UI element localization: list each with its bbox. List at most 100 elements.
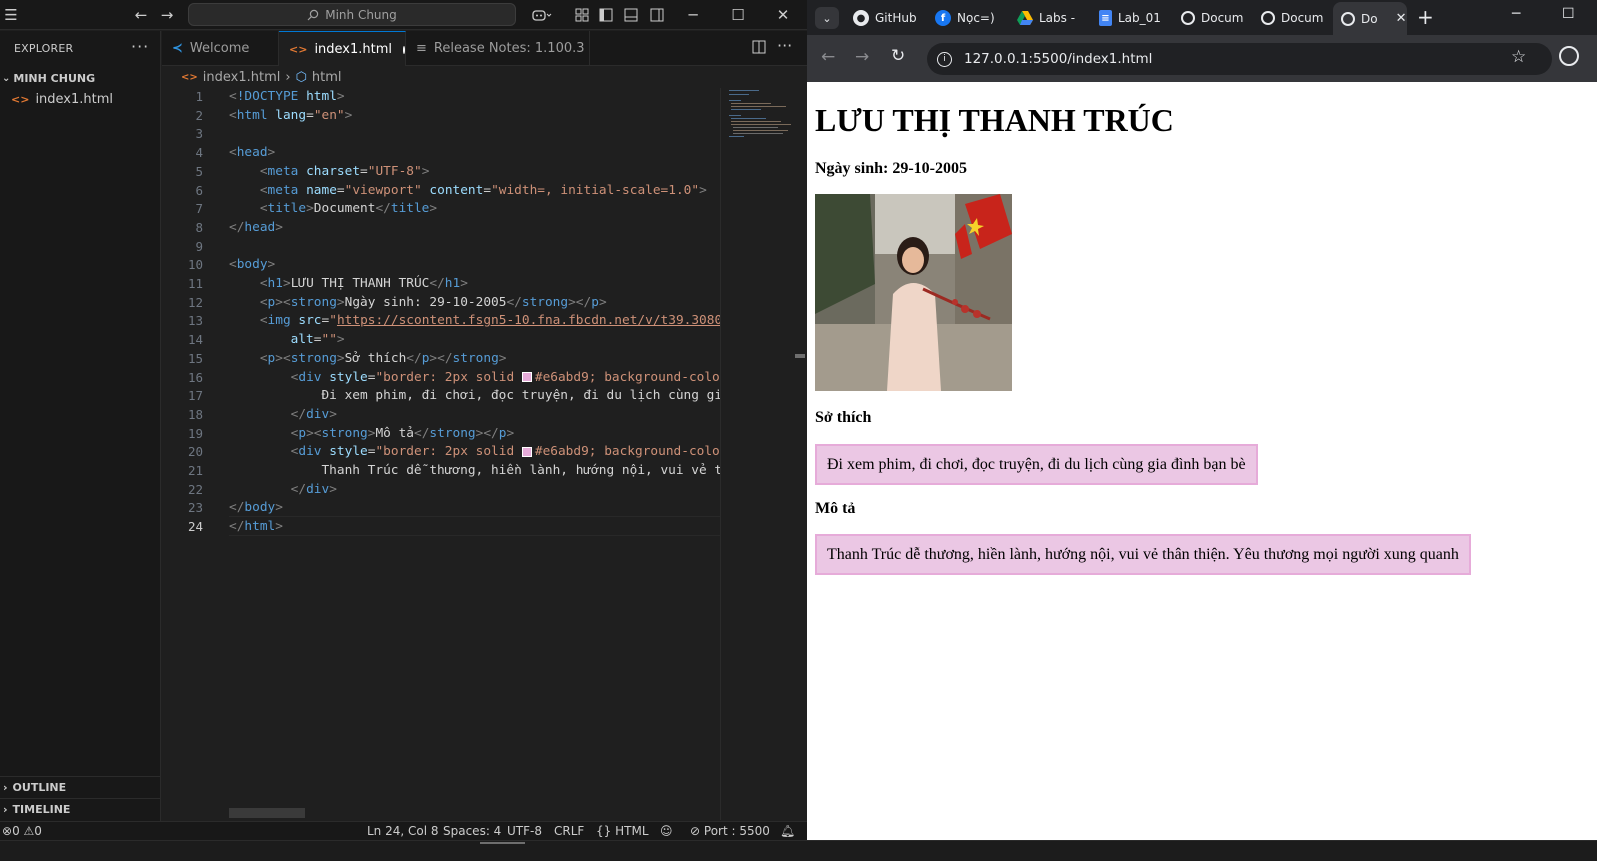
tab-close-icon[interactable]: ✕ (1396, 11, 1407, 26)
browser-tab-facebook[interactable]: f Nọc=) (927, 5, 1007, 31)
line-number: 10 (187, 257, 203, 273)
horizontal-scrollbar[interactable] (229, 808, 305, 818)
address-bar[interactable]: i 127.0.0.1:5500/index1.html (927, 43, 1552, 75)
minimap[interactable] (720, 88, 793, 820)
toggle-sidebar-icon[interactable] (595, 4, 617, 26)
layout-customize-icon[interactable] (571, 4, 593, 26)
taskbar-indicator (480, 842, 525, 844)
toggle-secondary-sidebar-icon[interactable] (646, 4, 668, 26)
maximize-icon[interactable]: ☐ (727, 4, 749, 26)
cursor-position[interactable]: Ln 24, Col 8 (367, 824, 439, 838)
tab-index1-html[interactable]: <> index1.html (279, 31, 406, 67)
browser-tab-document-1[interactable]: Docum (1173, 5, 1253, 31)
html-file-icon: <> (289, 43, 308, 56)
code-line: <html lang="en"> (229, 107, 353, 123)
code-line: </body> (229, 500, 283, 516)
vertical-scrollbar[interactable] (793, 88, 807, 820)
language-status[interactable]: {} HTML (596, 824, 649, 838)
code-line: <body> (229, 257, 276, 273)
new-tab-plus-icon[interactable]: + (1417, 5, 1434, 29)
toggle-panel-icon[interactable] (620, 4, 642, 26)
description-text: Thanh Trúc dễ thương, hiền lành, hướng n… (827, 545, 1459, 563)
code-line: <p><strong>Sở thích</p></strong> (259, 350, 507, 366)
copilot-status-icon[interactable]: ☺ (660, 824, 673, 838)
breadcrumb-symbol[interactable]: html (312, 70, 342, 85)
line-number: 18 (187, 406, 203, 422)
line-number: 13 (187, 313, 203, 329)
chevron-right-icon: › (3, 803, 8, 816)
line-number: 21 (187, 463, 203, 478)
color-swatch[interactable] (521, 372, 532, 382)
copilot-icon[interactable] (528, 4, 556, 26)
command-center-search[interactable]: Minh Chung (188, 3, 516, 26)
line-number: 14 (187, 332, 203, 348)
bookmark-star-icon[interactable]: ☆ (1511, 47, 1526, 67)
tab-search-chevron-icon[interactable]: ⌄ (815, 7, 839, 29)
forward-arrow-icon[interactable]: → (156, 4, 178, 26)
line-number: 11 (187, 276, 203, 291)
minimize-icon[interactable]: ─ (1512, 6, 1520, 22)
code-line: </div> (290, 406, 337, 422)
tab-release-notes[interactable]: ≡ Release Notes: 1.100.3 (406, 31, 590, 66)
braces-icon: {} (596, 824, 612, 838)
close-icon[interactable]: ✕ (772, 4, 794, 26)
eol-status[interactable]: CRLF (554, 824, 584, 838)
site-info-icon[interactable]: i (937, 51, 952, 67)
code-editor[interactable]: 1 2 3 4 5 6 7 8 9 10 11 12 13 14 15 16 17 18 19 20 21 22 23 24 … (162, 88, 720, 820)
line-number: 1 (195, 89, 203, 104)
outline-section[interactable]: › OUTLINE (0, 776, 160, 798)
back-arrow-icon[interactable]: ← (821, 47, 835, 67)
encoding-status[interactable]: UTF-8 (507, 824, 542, 838)
maximize-icon[interactable]: ☐ (1562, 6, 1575, 22)
chevron-right-icon: › (285, 69, 291, 85)
editor-tabs: ≺ Welcome <> index1.html ≡ Release Notes… (162, 31, 807, 67)
browser-tab-document-2[interactable]: Docum (1253, 5, 1333, 31)
search-icon (307, 9, 319, 20)
code-line: </html> (229, 519, 283, 535)
line-number: 12 (187, 294, 203, 310)
no-entry-icon: ⊘ (690, 824, 701, 838)
code-line: <meta charset="UTF-8"> (259, 163, 430, 179)
minimize-icon[interactable]: ─ (682, 4, 704, 26)
more-actions-icon[interactable]: ··· (777, 36, 792, 55)
tab-welcome[interactable]: ≺ Welcome (162, 31, 279, 66)
more-actions-icon[interactable]: ··· (131, 37, 149, 56)
breadcrumb-file[interactable]: index1.html (203, 70, 281, 85)
indentation-status[interactable]: Spaces: 4 (443, 824, 501, 838)
code-line: <p><strong>Mô tả</strong></p> (290, 425, 515, 441)
web-page-content: LƯU THỊ THANH TRÚC Ngày sinh: 29-10-2005… (807, 82, 1597, 840)
code-line: <title>Document</title> (259, 201, 438, 217)
timeline-section[interactable]: › TIMELINE (0, 798, 160, 820)
birthdate-text: Ngày sinh: 29-10-2005 (815, 160, 968, 177)
code-line: <h1>LƯU THỊ THANH TRÚC</h1> (259, 276, 468, 291)
description-heading: Mô tả (815, 500, 856, 517)
hobbies-text: Đi xem phim, đi chơi, đọc truyện, đi du … (827, 455, 1246, 473)
browser-tab-docs[interactable]: ≡ Lab_01 (1091, 5, 1171, 31)
profile-avatar[interactable] (1559, 46, 1579, 66)
split-editor-icon[interactable] (752, 40, 766, 58)
search-text: Minh Chung (325, 7, 397, 22)
notifications-bell-icon[interactable]: 🔔︎ (780, 824, 795, 838)
forward-arrow-icon[interactable]: → (855, 47, 869, 67)
code-line: <div style="border: 2px solid #e6abd9; b… (290, 369, 720, 385)
browser-tab-active[interactable]: Do ✕ (1333, 2, 1407, 35)
menu-icon[interactable]: ☰ (0, 4, 22, 26)
browser-tab-strip: ⌄ ● GitHub f Nọc=) Labs - ≡ Lab_01 Docum… (807, 0, 1597, 35)
browser-tab-github[interactable]: ● GitHub (845, 5, 925, 31)
unsaved-dot-icon[interactable] (403, 45, 405, 54)
page-heading: LƯU THỊ THANH TRÚC (815, 102, 1174, 138)
description-box: Thanh Trúc dễ thương, hiền lành, hướng n… (815, 534, 1471, 575)
color-swatch[interactable] (521, 446, 532, 457)
line-number: 23 (187, 500, 203, 516)
line-number: 16 (187, 369, 203, 385)
problems-status[interactable]: ⊗0 ⚠0 (2, 824, 42, 838)
folder-minh-chung[interactable]: ⌄ MINH CHUNG (0, 68, 160, 88)
file-index1-html[interactable]: <> index1.html (0, 88, 160, 110)
browser-tab-drive[interactable]: Labs - (1009, 5, 1089, 31)
reload-icon[interactable]: ↻ (891, 46, 905, 66)
live-server-status[interactable]: ⊘ Port : 5500 (690, 824, 770, 838)
globe-icon (1181, 11, 1195, 25)
back-arrow-icon[interactable]: ← (130, 4, 152, 26)
chevron-down-icon: ⌄ (2, 72, 11, 84)
vscode-titlebar: ☰ ← → Minh Chung ─ ☐ ✕ (0, 0, 807, 30)
